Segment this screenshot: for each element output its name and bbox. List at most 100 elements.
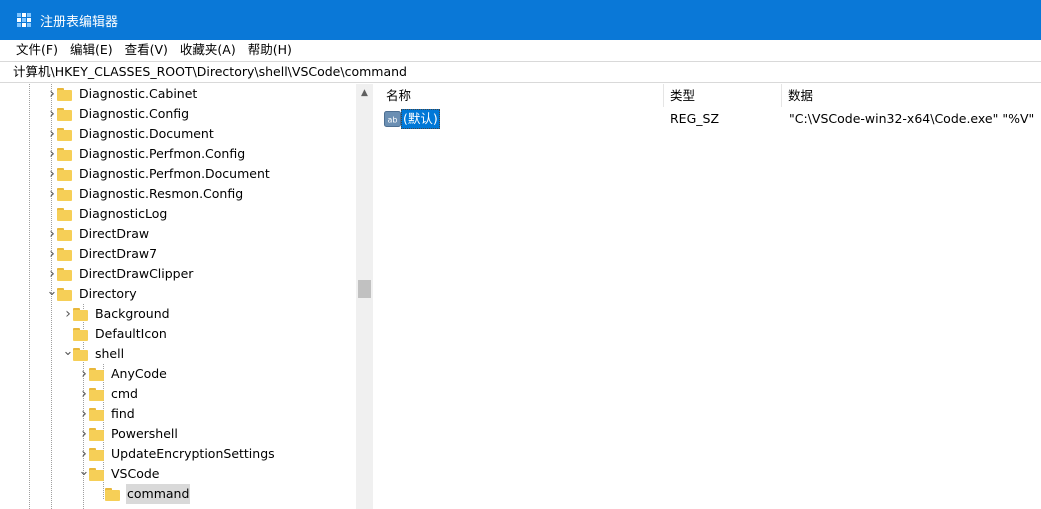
no-expander (47, 204, 57, 224)
tree-item[interactable]: › Diagnostic.Perfmon.Document (47, 164, 271, 184)
chevron-right-icon[interactable]: › (47, 84, 57, 104)
tree-item[interactable]: › Diagnostic.Config (47, 104, 190, 124)
folder-icon (57, 87, 72, 101)
folder-icon (57, 267, 72, 281)
tree-item-label: DirectDraw (79, 226, 150, 241)
tree-scrollbar[interactable]: ▲ (356, 84, 373, 509)
folder-icon (73, 327, 88, 341)
tree-item[interactable]: ⌄ shell (63, 344, 125, 364)
tree-item[interactable]: ⌄ VSCode (79, 464, 161, 484)
folder-icon (57, 207, 72, 221)
tree-item[interactable]: › DirectDrawClipper (47, 264, 194, 284)
tree-item-label: Diagnostic.Perfmon.Document (79, 166, 270, 181)
scroll-up-arrow-icon[interactable]: ▲ (356, 84, 373, 101)
menu-favorites[interactable]: 收藏夹(A) (174, 40, 242, 61)
tree-item-label: Diagnostic.Perfmon.Config (79, 146, 246, 161)
tree-item[interactable]: › find (79, 404, 136, 424)
folder-icon (57, 107, 72, 121)
tree-item[interactable]: › Diagnostic.Cabinet (47, 84, 198, 104)
chevron-down-icon[interactable]: ⌄ (79, 462, 90, 482)
tree-item[interactable]: › DirectDraw (47, 224, 150, 244)
tree-item-label: Diagnostic.Config (79, 106, 190, 121)
column-header-type[interactable]: 类型 (663, 84, 782, 107)
column-header-name[interactable]: 名称 (379, 84, 664, 107)
tree-item-label: DefaultIcon (95, 326, 167, 341)
folder-icon (57, 287, 72, 301)
tree-item-label: DirectDrawClipper (79, 266, 194, 281)
folder-icon (57, 187, 72, 201)
tree-item-label: Directory (79, 286, 137, 301)
tree-item-label: Powershell (111, 426, 178, 441)
value-type: REG_SZ (670, 111, 720, 126)
tree-item-label: Background (95, 306, 170, 321)
folder-icon (73, 307, 88, 321)
chevron-right-icon[interactable]: › (47, 164, 57, 184)
tree-item-label: Diagnostic.Resmon.Config (79, 186, 244, 201)
chevron-right-icon[interactable]: › (79, 424, 89, 444)
key-tree[interactable]: › Diagnostic.Cabinet › Diagnostic.Config › Di… (11, 84, 373, 509)
address-bar[interactable]: 计算机\HKEY_CLASSES_ROOT\Directory\shell\VS… (0, 61, 1041, 83)
tree-item-label: command (126, 484, 191, 504)
svg-text:ab: ab (388, 116, 398, 125)
tree-item[interactable]: DefaultIcon (63, 324, 168, 344)
chevron-right-icon[interactable]: › (79, 404, 89, 424)
registry-editor-icon (17, 12, 32, 28)
no-expander (95, 484, 105, 504)
tree-item-label: find (111, 406, 135, 421)
tree-item[interactable]: ⌄ Directory (47, 284, 138, 304)
title-bar[interactable]: 注册表编辑器 (0, 0, 1041, 40)
tree-item[interactable]: › Diagnostic.Document (47, 124, 215, 144)
tree-item-label: cmd (111, 386, 138, 401)
tree-item[interactable]: › AnyCode (79, 364, 168, 384)
chevron-right-icon[interactable]: › (79, 384, 89, 404)
chevron-right-icon[interactable]: › (47, 124, 57, 144)
folder-icon (57, 227, 72, 241)
menu-help[interactable]: 帮助(H) (242, 40, 298, 61)
tree-item-label: shell (95, 346, 125, 361)
folder-icon (89, 467, 104, 481)
chevron-right-icon[interactable]: › (63, 304, 73, 324)
tree-item[interactable]: › Diagnostic.Perfmon.Config (47, 144, 246, 164)
value-name[interactable]: (默认) (401, 109, 440, 129)
menu-bar: 文件(F) 编辑(E) 查看(V) 收藏夹(A) 帮助(H) (0, 40, 1041, 61)
folder-icon (57, 167, 72, 181)
folder-icon (105, 487, 120, 501)
tree-item[interactable]: command (95, 484, 191, 504)
tree-item-label: VSCode (111, 466, 160, 481)
column-header-data[interactable]: 数据 (781, 84, 1041, 107)
chevron-right-icon[interactable]: › (47, 144, 57, 164)
tree-item[interactable]: › Powershell (79, 424, 179, 444)
folder-icon (89, 427, 104, 441)
chevron-right-icon[interactable]: › (79, 364, 89, 384)
tree-item[interactable]: › UpdateEncryptionSettings (79, 444, 276, 464)
string-value-icon: ab (384, 111, 401, 127)
value-row[interactable]: ab (默认) REG_SZ "C:\VSCode-win32-x64\Code… (379, 109, 1041, 129)
values-list[interactable]: 名称 类型 数据 ab (默认) REG_SZ "C:\VSCode-win32… (379, 84, 1041, 509)
tree-item-label: DiagnosticLog (79, 206, 168, 221)
folder-icon (89, 447, 104, 461)
chevron-right-icon[interactable]: › (47, 184, 57, 204)
tree-item[interactable]: DiagnosticLog (47, 204, 168, 224)
chevron-right-icon[interactable]: › (47, 104, 57, 124)
chevron-right-icon[interactable]: › (47, 244, 57, 264)
menu-file[interactable]: 文件(F) (10, 40, 64, 61)
menu-edit[interactable]: 编辑(E) (64, 40, 119, 61)
tree-item-label: UpdateEncryptionSettings (111, 446, 275, 461)
tree-item-label: Diagnostic.Cabinet (79, 86, 198, 101)
tree-item[interactable]: › Background (63, 304, 171, 324)
chevron-right-icon[interactable]: › (47, 224, 57, 244)
menu-view[interactable]: 查看(V) (119, 40, 174, 61)
scroll-thumb[interactable] (358, 280, 371, 298)
chevron-down-icon[interactable]: ⌄ (47, 282, 58, 302)
chevron-down-icon[interactable]: ⌄ (63, 342, 74, 362)
folder-icon (89, 367, 104, 381)
tree-item[interactable]: › cmd (79, 384, 139, 404)
tree-item[interactable]: › DirectDraw7 (47, 244, 158, 264)
folder-icon (73, 347, 88, 361)
folder-icon (57, 247, 72, 261)
tree-item-label: DirectDraw7 (79, 246, 158, 261)
tree-item[interactable]: › Diagnostic.Resmon.Config (47, 184, 244, 204)
folder-icon (57, 147, 72, 161)
value-data: "C:\VSCode-win32-x64\Code.exe" "%V" (789, 111, 1035, 126)
folder-icon (89, 407, 104, 421)
